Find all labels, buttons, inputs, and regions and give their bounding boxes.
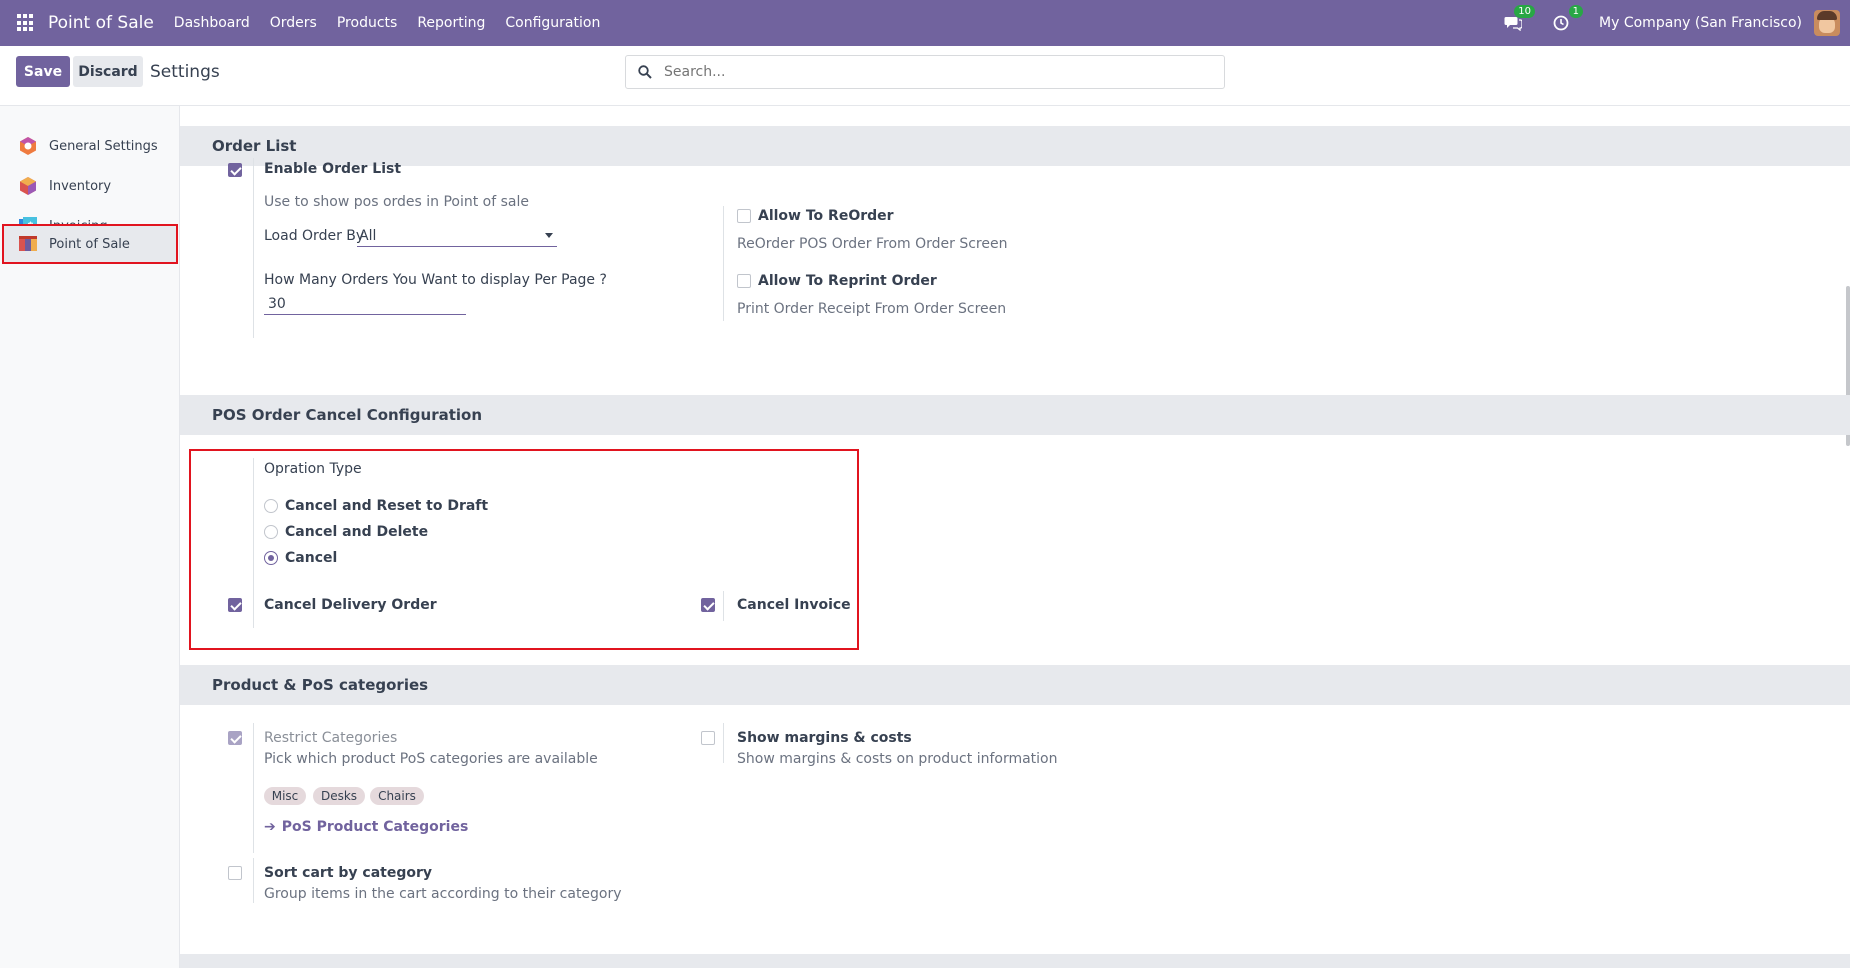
cancel-invoice-checkbox[interactable] [701, 598, 715, 612]
divider [723, 206, 724, 321]
divider [253, 723, 254, 853]
navbar-systray: 10 1 My Company (San Francisco) [1503, 0, 1850, 46]
sidebar-item-general-settings[interactable]: General Settings [0, 126, 180, 166]
allow-reprint-label: Allow To Reprint Order [758, 273, 937, 289]
menu-reporting[interactable]: Reporting [417, 15, 485, 31]
menu-configuration[interactable]: Configuration [505, 15, 600, 31]
restrict-categories-desc: Pick which product PoS categories are av… [264, 751, 598, 767]
enable-order-list-checkbox[interactable] [228, 163, 242, 177]
divider [253, 158, 254, 338]
menu-products[interactable]: Products [337, 15, 397, 31]
clock-icon[interactable]: 1 [1551, 5, 1584, 33]
activities-badge: 1 [1568, 5, 1584, 18]
per-page-label: How Many Orders You Want to display Per … [264, 272, 607, 288]
chat-icon[interactable]: 10 [1503, 5, 1536, 33]
radio-cancel[interactable] [264, 551, 278, 565]
general-settings-icon [20, 137, 36, 155]
category-tag[interactable]: Desks [313, 787, 365, 805]
sidebar-item-label: Point of Sale [49, 236, 130, 252]
section-header-categories: Product & PoS categories [180, 665, 1850, 705]
control-panel: Save Discard Settings [0, 46, 1850, 106]
sort-cart-checkbox[interactable] [228, 866, 242, 880]
allow-reorder-label: Allow To ReOrder [758, 208, 894, 224]
restrict-categories-label: Restrict Categories [264, 730, 398, 746]
pos-product-categories-link[interactable]: ➔ PoS Product Categories [264, 819, 468, 835]
per-page-input[interactable]: 30 [264, 291, 466, 315]
section-header-next [180, 954, 1850, 968]
apps-grid-icon[interactable] [17, 14, 35, 32]
cancel-delivery-label: Cancel Delivery Order [264, 597, 437, 613]
menu-dashboard[interactable]: Dashboard [174, 15, 250, 31]
settings-content: Order List Enable Order List Use to show… [180, 106, 1850, 968]
category-tag[interactable]: Chairs [370, 787, 424, 805]
search-input[interactable] [664, 64, 1204, 80]
allow-reprint-checkbox[interactable] [737, 274, 751, 288]
restrict-categories-checkbox[interactable] [228, 731, 242, 745]
radio-cancel-reset-draft[interactable] [264, 499, 278, 513]
enable-order-list-desc: Use to show pos ordes in Point of sale [264, 194, 530, 210]
settings-sidebar: General Settings Inventory $ Invoicing P… [0, 106, 180, 968]
cancel-invoice-label: Cancel Invoice [737, 597, 851, 613]
section-header-cancel-config: POS Order Cancel Configuration [180, 395, 1850, 435]
allow-reprint-desc: Print Order Receipt From Order Screen [737, 301, 1007, 317]
search-bar[interactable] [625, 55, 1225, 89]
dropdown-caret-icon [545, 233, 553, 238]
divider [723, 723, 724, 763]
enable-order-list-label: Enable Order List [264, 161, 402, 177]
show-margins-checkbox[interactable] [701, 731, 715, 745]
search-icon [638, 65, 652, 79]
discard-button[interactable]: Discard [73, 56, 143, 87]
save-button[interactable]: Save [16, 56, 70, 87]
load-order-label: Load Order By [264, 228, 365, 244]
allow-reorder-desc: ReOrder POS Order From Order Screen [737, 236, 1008, 252]
sidebar-item-point-of-sale[interactable]: Point of Sale [2, 224, 178, 264]
category-tag[interactable]: Misc [264, 787, 306, 805]
inventory-icon [20, 177, 36, 195]
link-label: PoS Product Categories [281, 819, 469, 835]
per-page-value: 30 [268, 296, 286, 312]
sidebar-item-label: General Settings [49, 138, 158, 154]
arrow-right-icon: ➔ [264, 819, 276, 835]
load-order-select[interactable]: All [357, 224, 557, 247]
divider [723, 591, 724, 621]
show-margins-label: Show margins & costs [737, 730, 912, 746]
app-brand[interactable]: Point of Sale [48, 13, 154, 33]
sidebar-item-label: Inventory [49, 178, 112, 194]
top-navbar: Point of Sale Dashboard Orders Products … [0, 0, 1850, 46]
sidebar-item-inventory[interactable]: Inventory [0, 166, 180, 206]
divider [253, 458, 254, 628]
load-order-value: All [359, 228, 377, 244]
sort-cart-label: Sort cart by category [264, 865, 433, 881]
menu-orders[interactable]: Orders [270, 15, 317, 31]
radio-label: Cancel and Reset to Draft [285, 498, 489, 514]
radio-label: Cancel [285, 550, 338, 566]
page-title: Settings [150, 62, 220, 82]
radio-label: Cancel and Delete [285, 524, 429, 540]
messages-badge: 10 [1514, 5, 1536, 18]
sort-cart-desc: Group items in the cart according to the… [264, 886, 622, 902]
operation-type-label: Opration Type [264, 461, 362, 477]
allow-reorder-checkbox[interactable] [737, 209, 751, 223]
show-margins-desc: Show margins & costs on product informat… [737, 751, 1058, 767]
point-of-sale-icon [19, 236, 37, 251]
company-switcher[interactable]: My Company (San Francisco) [1599, 15, 1802, 31]
divider [253, 858, 254, 903]
radio-cancel-delete[interactable] [264, 525, 278, 539]
cancel-delivery-checkbox[interactable] [228, 598, 242, 612]
user-avatar[interactable] [1814, 10, 1840, 36]
section-header-order-list: Order List [180, 126, 1850, 166]
